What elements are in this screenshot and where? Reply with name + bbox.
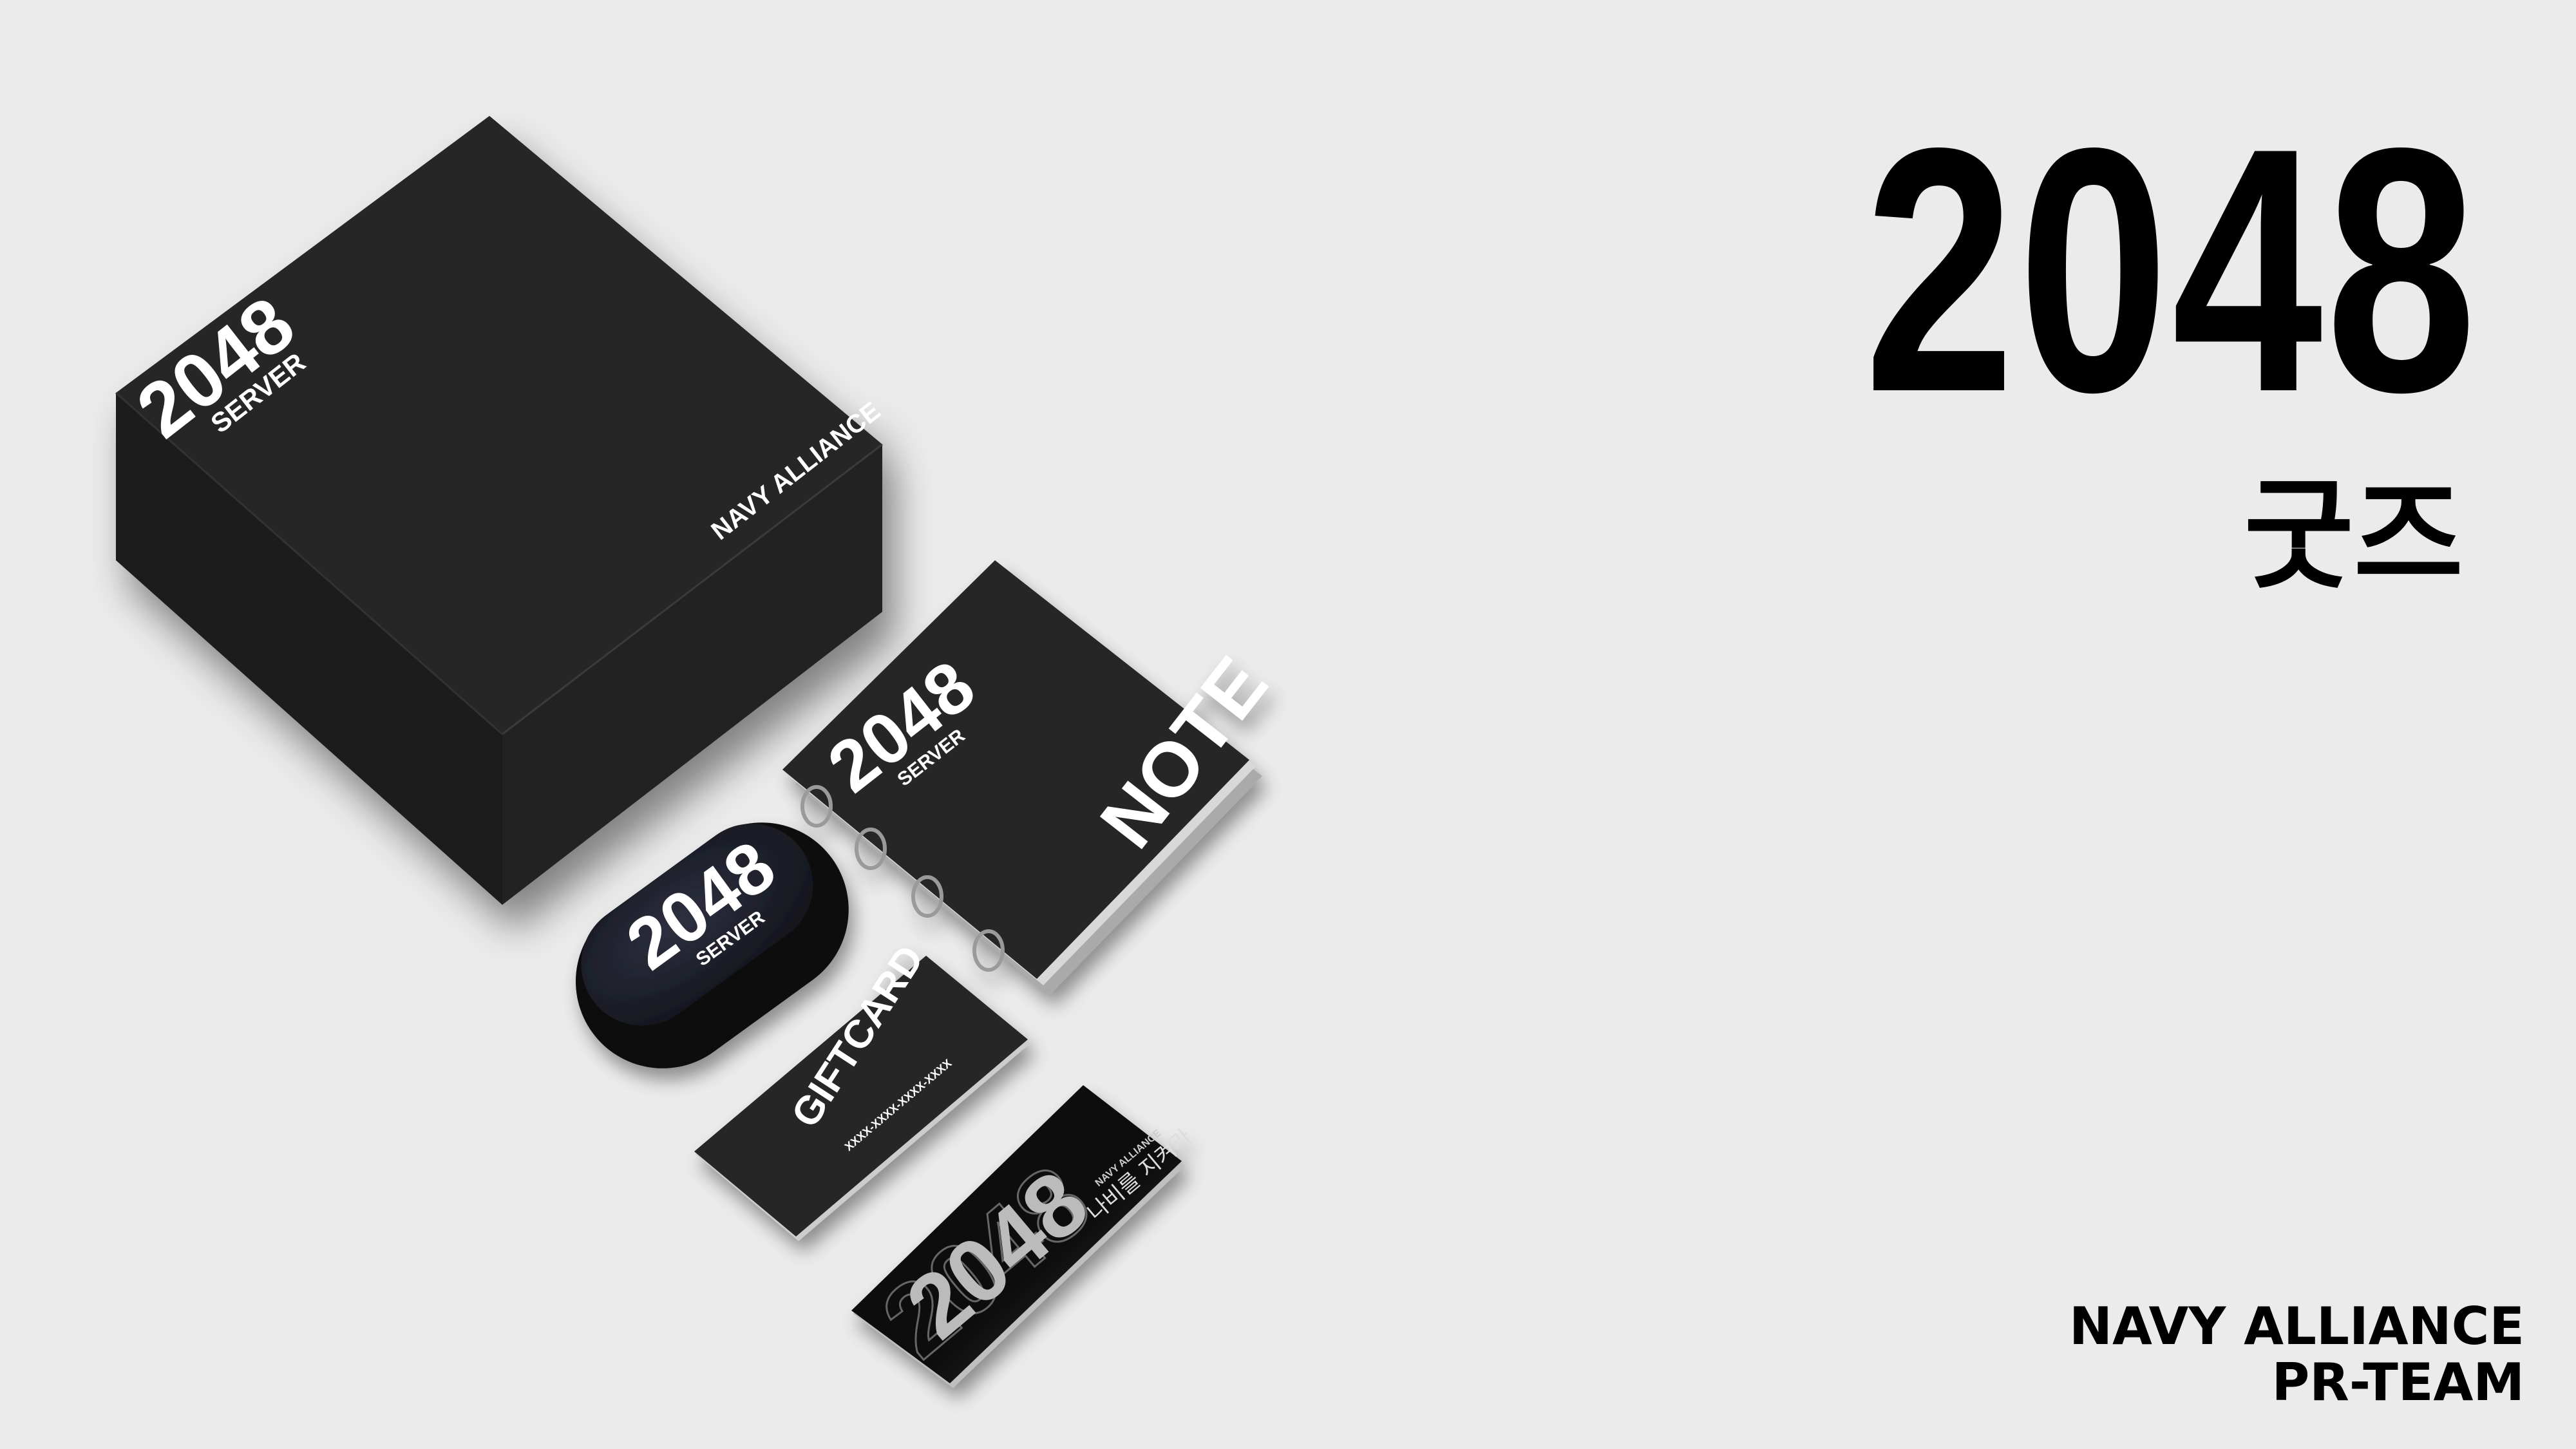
footer-credit: NAVY ALLIANCE PR-TEAM	[2069, 1296, 2524, 1412]
footer-line-2: PR-TEAM	[2271, 1352, 2524, 1412]
footer-line-1: NAVY ALLIANCE	[2069, 1296, 2524, 1357]
page-title: 2048	[1864, 76, 2479, 464]
gift-box: 2048 SERVER NAVY ALLIANCE	[115, 116, 886, 905]
page-subtitle: 굿즈	[2244, 466, 2463, 605]
slide: 2048 SERVER NAVY ALLIANCE 2048 SERVER NO…	[0, 0, 2576, 1449]
title-block: 2048 굿즈	[1690, 97, 2476, 605]
